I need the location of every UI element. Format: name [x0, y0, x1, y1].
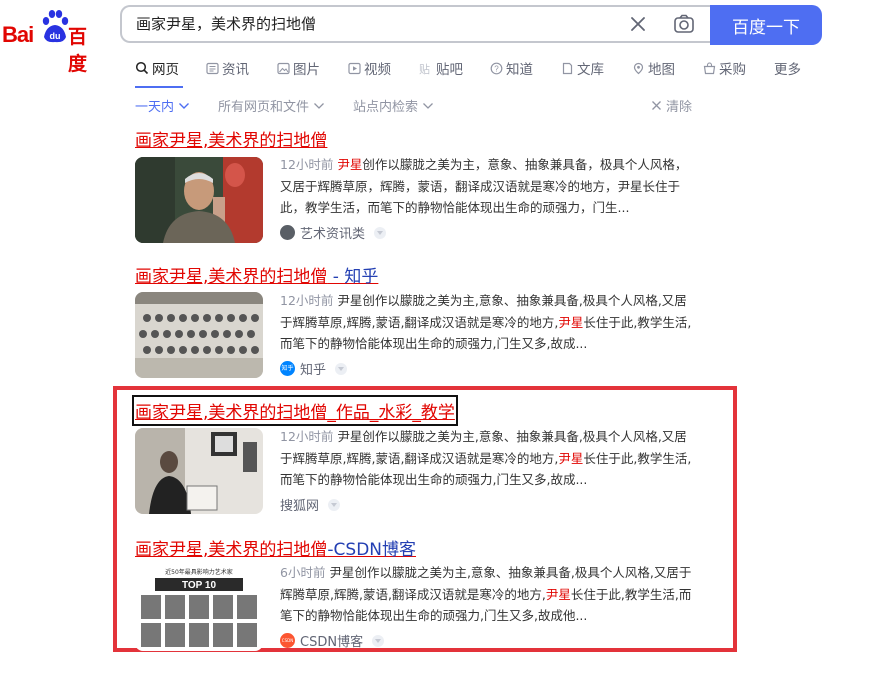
tab-map[interactable]: 地图 [632, 57, 675, 79]
tab-label: 地图 [648, 62, 675, 78]
tab-label: 资讯 [222, 62, 249, 78]
tab-label: 网页 [152, 62, 179, 78]
tab-shop[interactable]: 采购 [703, 57, 746, 79]
tab-label: 图片 [293, 62, 320, 78]
baidu-logo[interactable]: Bai du 百度 [2, 8, 104, 75]
tab-label: 知道 [506, 62, 533, 78]
chevron-down-icon [179, 102, 190, 109]
tab-label: 贴吧 [436, 62, 463, 78]
source-name: 知乎 [300, 363, 327, 378]
csdn-icon: CSDN [280, 633, 295, 648]
search-submit-button[interactable]: 百度一下 [710, 5, 822, 45]
paw-logo-icon: du [42, 10, 69, 43]
search-input[interactable] [136, 7, 616, 41]
chevron-down-icon [423, 102, 433, 109]
source-menu-icon[interactable] [372, 634, 385, 647]
tab-web[interactable]: 网页 [135, 57, 179, 79]
search-icon [135, 61, 149, 75]
zhihu-icon: 知乎 [280, 361, 295, 376]
source-name: 艺术资讯类 [300, 227, 366, 242]
source-name: CSDN博客 [300, 635, 364, 650]
tab-label: 文库 [577, 62, 604, 78]
result-source[interactable]: CSDN CSDN博客 [280, 631, 385, 650]
result-source[interactable]: 搜狐网 [280, 495, 341, 514]
chevron-down-icon [314, 102, 324, 109]
wenku-icon [562, 62, 573, 74]
svg-text:du: du [50, 31, 61, 41]
image-icon [277, 62, 290, 74]
logo-text-bai: Bai [2, 22, 34, 47]
active-tab-indicator [135, 86, 183, 88]
tab-news[interactable]: 资讯 [206, 57, 249, 79]
source-menu-icon[interactable] [335, 362, 348, 375]
result-snippet: 12小时前 尹星创作以朦胧之美为主,意象、抽象兼具备,极具个人风格,又居于辉腾草… [280, 293, 692, 351]
logo-text-baidu: 百度 [68, 26, 88, 75]
site-filter-dropdown[interactable]: 站点内检索 [353, 96, 434, 115]
site-filter-label: 站点内检索 [353, 100, 419, 115]
result-thumbnail[interactable]: 近50年最具影响力艺术家 TOP 10 [135, 565, 263, 651]
result-snippet: 12小时前 尹星创作以朦胧之美为主,意象、抽象兼具备,极具个人风格,又居于辉腾草… [280, 429, 692, 487]
clear-filters-button[interactable]: 清除 [651, 96, 692, 115]
tab-wenku[interactable]: 文库 [561, 57, 604, 79]
art-news-source-icon [280, 225, 295, 240]
tab-more[interactable]: 更多 [774, 57, 801, 79]
tieba-icon: 贴 [419, 62, 430, 75]
tab-label: 视频 [364, 62, 391, 78]
result-source[interactable]: 知乎 知乎 [280, 359, 348, 378]
search-box [120, 5, 716, 43]
result-title-link[interactable]: 画家尹星,美术界的扫地僧 [135, 126, 327, 151]
tab-zhidao[interactable]: ? 知道 [490, 57, 533, 79]
result-snippet: 12小时前 尹星创作以朦胧之美为主，意象、抽象兼具备，极具个人风格，又居于辉腾草… [280, 157, 688, 215]
tab-video[interactable]: 视频 [348, 57, 391, 79]
tab-label: 更多 [774, 62, 801, 78]
result-title-link[interactable]: 画家尹星,美术界的扫地僧 - 知乎 [135, 262, 378, 287]
svg-text:?: ? [494, 64, 499, 73]
source-menu-icon[interactable] [328, 498, 341, 511]
zhidao-icon: ? [490, 62, 503, 74]
camera-icon[interactable] [673, 13, 695, 35]
result-thumbnail[interactable] [135, 428, 263, 514]
result-thumbnail[interactable] [135, 292, 263, 378]
map-icon [633, 62, 644, 74]
shop-icon [703, 61, 716, 74]
filetype-filter-dropdown[interactable]: 所有网页和文件 [218, 96, 325, 115]
tab-tieba[interactable]: 贴 贴吧 [419, 57, 463, 79]
tab-images[interactable]: 图片 [277, 57, 320, 79]
source-name: 搜狐网 [280, 499, 320, 514]
result-source[interactable]: 艺术资讯类 [280, 223, 387, 242]
svg-text:TOP 10: TOP 10 [182, 580, 217, 591]
clear-icon[interactable] [628, 14, 648, 34]
result-title-link[interactable]: 画家尹星,美术界的扫地僧_作品_水彩_教学 [132, 395, 458, 426]
result-snippet: 6小时前 尹星创作以朦胧之美为主,意象、抽象兼具备,极具个人风格,又居于辉腾草原… [280, 565, 692, 623]
result-title-link[interactable]: 画家尹星,美术界的扫地僧-CSDN博客 [135, 535, 416, 560]
source-menu-icon[interactable] [374, 226, 387, 239]
filetype-filter-label: 所有网页和文件 [218, 100, 310, 115]
tab-label: 采购 [719, 62, 746, 78]
result-thumbnail[interactable] [135, 157, 263, 243]
svg-text:贴: 贴 [419, 62, 430, 75]
news-icon [206, 62, 219, 74]
svg-text:近50年最具影响力艺术家: 近50年最具影响力艺术家 [165, 568, 233, 576]
close-icon [652, 101, 661, 110]
time-filter-dropdown[interactable]: 一天内 [135, 96, 190, 115]
video-icon [348, 62, 361, 74]
time-filter-label: 一天内 [135, 100, 175, 115]
clear-filters-label: 清除 [666, 100, 693, 115]
